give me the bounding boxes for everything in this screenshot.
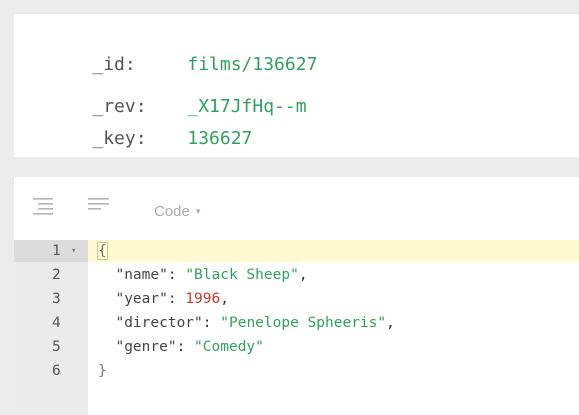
document-meta-panel: _id: films/136627 _rev: _X17JfHq--m _key: 1…: [14, 14, 579, 157]
compact-lines-icon[interactable]: [88, 197, 110, 215]
code-line: 6 }: [14, 360, 579, 382]
line-number: 4: [52, 315, 61, 331]
code-text: }: [98, 360, 107, 382]
open-brace: {: [97, 242, 108, 260]
json-key: "name": [115, 267, 168, 283]
chevron-down-icon: ▾: [195, 206, 201, 216]
code-text: {: [97, 240, 108, 262]
line-number: 5: [52, 339, 61, 355]
code-editor[interactable]: 1 ▾ { 2 "name": "Black Sheep", 3 "year":…: [14, 240, 579, 415]
line-number-cell: 6: [14, 360, 88, 382]
code-line: 3 "year": 1996,: [14, 288, 579, 310]
code-text: "genre": "Comedy": [115, 339, 264, 355]
line-number-cell: 5: [14, 336, 88, 358]
code-line: 2 "name": "Black Sheep",: [14, 264, 579, 286]
code-text: "director": "Penelope Spheeris",: [115, 315, 395, 331]
code-line: 4 "director": "Penelope Spheeris",: [14, 312, 579, 334]
fold-toggle-icon[interactable]: ▾: [71, 240, 76, 262]
indent-lines-icon[interactable]: [33, 197, 55, 215]
json-key: "year": [115, 291, 168, 307]
code-text: "year": 1996,: [115, 291, 229, 307]
mode-dropdown-button[interactable]: Code ▾: [154, 203, 200, 220]
mode-label: Code: [154, 203, 190, 220]
json-string-value: "Black Sheep": [185, 267, 299, 283]
close-brace: }: [98, 363, 107, 379]
json-key: "director": [115, 315, 203, 331]
line-number-cell: 4: [14, 312, 88, 334]
json-key: "genre": [115, 339, 177, 355]
line-number: 1: [52, 243, 61, 259]
json-string-value: "Comedy": [194, 339, 264, 355]
meta-value-key: 136627: [187, 128, 253, 149]
line-number-cell: 2: [14, 264, 88, 286]
code-line: 1 ▾ {: [14, 240, 579, 262]
editor-toolbar: Code ▾: [14, 177, 579, 239]
line-number: 3: [52, 291, 61, 307]
meta-value-id: films/136627: [187, 54, 318, 75]
line-number-cell-active: 1 ▾: [14, 240, 88, 262]
meta-row-key: _key: 136627: [49, 106, 252, 172]
line-number-cell: 3: [14, 288, 88, 310]
line-number: 2: [52, 267, 61, 283]
meta-key-key: _key:: [92, 128, 147, 149]
code-line: 5 "genre": "Comedy": [14, 336, 579, 358]
json-number-value: 1996: [185, 291, 221, 307]
meta-key-id: _id:: [92, 54, 136, 75]
json-editor-panel: Code ▾ 1 ▾ { 2 "name": "Black Sheep", 3 "…: [14, 177, 579, 415]
line-number: 6: [52, 363, 61, 379]
code-text: "name": "Black Sheep",: [115, 267, 308, 283]
json-string-value: "Penelope Spheeris": [220, 315, 387, 331]
